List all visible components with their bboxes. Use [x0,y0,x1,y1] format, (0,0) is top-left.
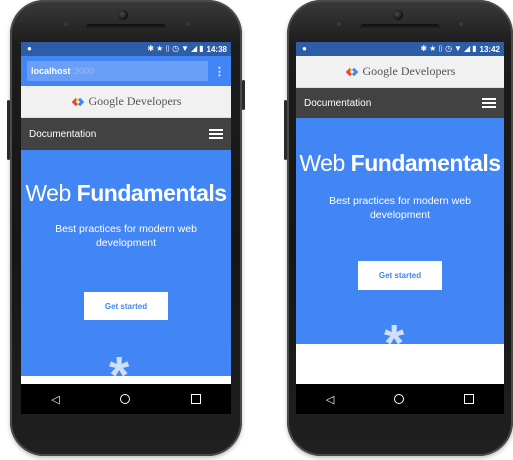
status-time: 13:42 [479,44,500,54]
battery-icon: ▮ [472,44,477,53]
back-icon[interactable]: ◁ [51,393,59,406]
alarm-icon: ◷ [445,44,453,53]
volume-button [7,100,10,160]
brand-name: Google Developers [88,94,182,108]
hamburger-menu-icon[interactable] [482,98,496,108]
screen: ● ✱ ★ ⌷ ◷ ▼ ◢ ▮ 13:42 Google Developers … [296,42,504,414]
status-bar: ● ✱ ★ ⌷ ◷ ▼ ◢ ▮ 14:38 [21,42,231,56]
battery-icon: ▮ [199,44,204,53]
notification-icon: ● [27,44,32,53]
signal-icon: ◢ [463,44,471,53]
home-icon[interactable] [120,394,131,404]
alarm-icon: ◷ [172,44,180,53]
front-camera [118,10,128,20]
docs-nav-label[interactable]: Documentation [304,98,371,109]
hero-section: Web Fundamentals Best practices for mode… [21,150,231,402]
google-developers-logo-icon [345,67,358,76]
recents-icon[interactable] [190,394,201,404]
hero-section: Web Fundamentals Best practices for mode… [296,118,504,344]
android-nav-bar: ◁ [21,384,231,414]
docs-nav-bar: Documentation [21,118,231,150]
back-icon[interactable]: ◁ [326,393,334,406]
volume-button [284,100,287,160]
proximity-sensor [337,22,341,26]
recents-icon[interactable] [464,394,475,404]
phone-right: ● ✱ ★ ⌷ ◷ ▼ ◢ ▮ 13:42 Google Developers … [284,0,513,456]
hero-title-bold: Fundamentals [76,180,227,206]
browser-toolbar: localhost :3000 ⋮ [21,56,231,86]
docs-nav-bar: Documentation [296,88,504,118]
notification-icon: ● [302,44,307,53]
brand-name: Google Developers [362,64,456,78]
url-port: :3000 [71,66,95,76]
star-icon: ★ [429,44,437,53]
status-bar: ● ✱ ★ ⌷ ◷ ▼ ◢ ▮ 13:42 [296,42,504,56]
url-field[interactable]: localhost :3000 [27,61,208,81]
bluetooth-icon: ✱ [420,44,428,53]
url-host: localhost [31,66,71,76]
hero-subtitle: Best practices for modern web developmen… [55,223,197,249]
signal-icon: ◢ [190,44,198,53]
bluetooth-icon: ✱ [147,44,155,53]
android-nav-bar: ◁ [296,384,504,414]
google-developers-header[interactable]: Google Developers [21,86,231,118]
wifi-icon: ▼ [454,44,462,53]
hero-title-light: Web [25,180,77,206]
hero-title-light: Web [299,150,351,176]
star-icon: ★ [156,44,164,53]
hero-title-bold: Fundamentals [350,150,501,176]
hero-title: Web Fundamentals [21,180,231,207]
phone-left: ● ✱ ★ ⌷ ◷ ▼ ◢ ▮ 14:38 localhost :3000 ⋮ [7,0,245,456]
wifi-icon: ▼ [181,44,189,53]
hero-title: Web Fundamentals [296,150,504,177]
hero-subtitle: Best practices for modern web developmen… [329,195,471,221]
speaker-grille [86,24,166,30]
overflow-menu-icon[interactable]: ⋮ [214,65,225,78]
status-time: 14:38 [206,44,227,54]
google-developers-header[interactable]: Google Developers [296,56,504,88]
proximity-sensor [64,22,68,26]
hamburger-menu-icon[interactable] [209,129,223,139]
speaker-grille [360,24,440,30]
get-started-button[interactable]: Get started [84,292,168,320]
vibrate-icon: ⌷ [165,44,171,53]
light-sensor [186,22,190,26]
power-button [242,80,245,110]
screen: ● ✱ ★ ⌷ ◷ ▼ ◢ ▮ 14:38 localhost :3000 ⋮ [21,42,231,414]
docs-nav-label[interactable]: Documentation [29,129,96,140]
content-area [21,376,231,384]
asterisk-decoration-icon: * [384,315,405,373]
front-camera [393,10,403,20]
google-developers-logo-icon [71,97,84,106]
get-started-button[interactable]: Get started [358,261,442,290]
home-icon[interactable] [394,394,405,404]
light-sensor [459,22,463,26]
vibrate-icon: ⌷ [438,44,444,53]
